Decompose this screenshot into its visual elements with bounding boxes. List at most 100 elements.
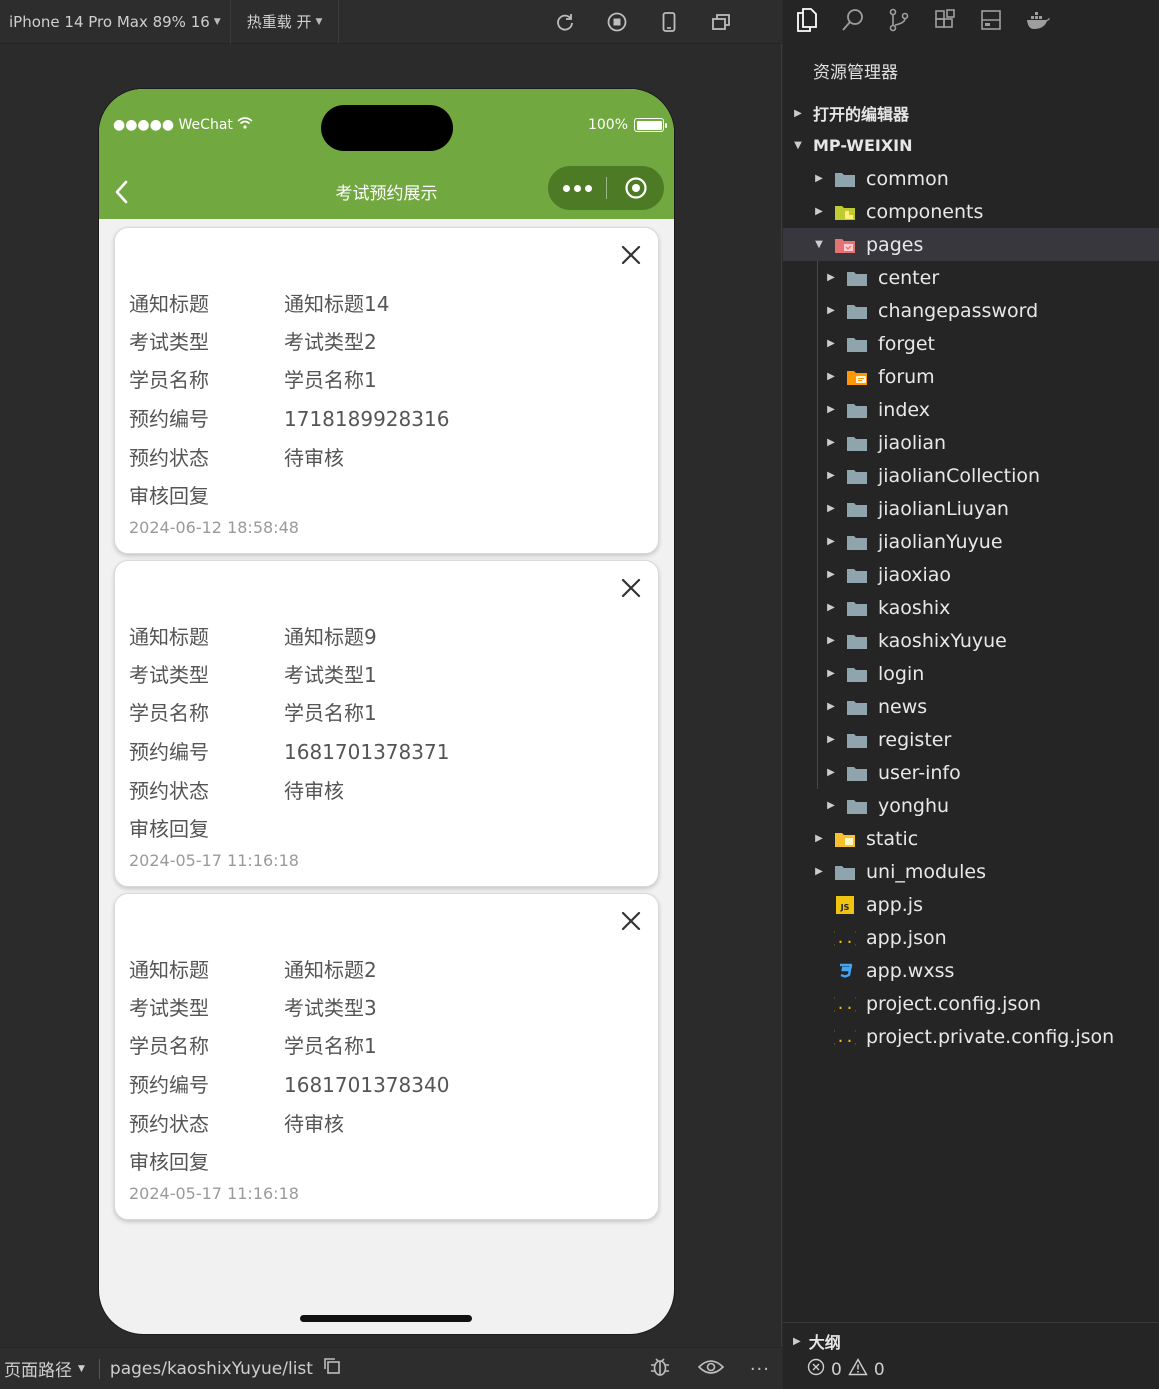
tree-item-uni-modules[interactable]: ▶ uni_modules <box>783 855 1159 888</box>
folder-icon <box>846 764 868 782</box>
components-folder-icon <box>834 203 856 221</box>
hot-reload-select[interactable]: 热重载 开 ▼ <box>231 0 340 44</box>
tree-item-index[interactable]: ▶ index <box>783 393 1159 426</box>
appointment-time: 2024-06-12 18:58:48 <box>129 518 299 537</box>
tree-item-forget[interactable]: ▶ forget <box>783 327 1159 360</box>
tree-item-register[interactable]: ▶ register <box>783 723 1159 756</box>
chevron-right-icon: ▶ <box>827 767 835 778</box>
field-value: 学员名称1 <box>284 368 377 392</box>
source-control-icon[interactable] <box>887 8 911 36</box>
tree-item-jiaolian[interactable]: ▶ jiaolian <box>783 426 1159 459</box>
problems-status[interactable]: 0 0 <box>807 1358 885 1381</box>
chevron-right-icon: ▶ <box>815 833 823 844</box>
tree-item-yonghu[interactable]: ▶ yonghu <box>783 789 1159 822</box>
appointment-card[interactable]: 通知标题 通知标题2 考试类型 考试类型3 学员名称 学员名称1 预约编号 168170137… <box>114 893 659 1220</box>
wifi-icon <box>237 117 253 133</box>
more-icon[interactable]: ··· <box>750 1359 770 1380</box>
tree-item-jiaolianyuyue[interactable]: ▶ jiaolianYuyue <box>783 525 1159 558</box>
tree-item-app-json[interactable]: {..} app.json <box>783 921 1159 954</box>
folder-icon <box>834 863 856 881</box>
tree-item-common[interactable]: ▶ common <box>783 162 1159 195</box>
static-folder-icon <box>834 830 856 848</box>
stop-icon[interactable] <box>606 11 628 33</box>
search-icon[interactable] <box>841 8 865 36</box>
more-menu-button[interactable] <box>548 184 606 192</box>
close-icon[interactable] <box>620 244 642 266</box>
tree-item-jiaoxiao[interactable]: ▶ jiaoxiao <box>783 558 1159 591</box>
chevron-right-icon: ▶ <box>827 734 835 745</box>
open-editors-section[interactable]: ▶ 打开的编辑器 <box>783 97 1159 129</box>
error-icon <box>807 1358 825 1381</box>
appointment-card[interactable]: 通知标题 通知标题9 考试类型 考试类型1 学员名称 学员名称1 预约编号 168170137… <box>114 560 659 887</box>
field-row: 考试类型 考试类型1 <box>129 659 377 688</box>
folder-icon <box>846 269 868 287</box>
tree-item-label: common <box>866 167 949 190</box>
debug-icon[interactable] <box>648 1355 672 1384</box>
field-value: 考试类型1 <box>284 663 377 687</box>
page-path-value: pages/kaoshixYuyue/list <box>109 1358 313 1379</box>
simulator-bottom-bar: 页面路径 ▼ pages/kaoshixYuyue/list ··· <box>0 1347 782 1389</box>
page-path-select[interactable]: 页面路径 ▼ <box>0 1356 85 1381</box>
layout-icon[interactable] <box>979 8 1003 36</box>
tree-item-center[interactable]: ▶ center <box>783 261 1159 294</box>
tree-item-label: project.private.config.json <box>866 1025 1115 1048</box>
chevron-right-icon: ▶ <box>827 404 835 415</box>
tree-item-login[interactable]: ▶ login <box>783 657 1159 690</box>
tree-item-app-wxss[interactable]: app.wxss <box>783 954 1159 987</box>
status-bar-right: 100% <box>588 117 667 133</box>
phone-icon[interactable] <box>658 11 680 33</box>
battery-level <box>636 120 662 130</box>
folder-icon <box>846 599 868 617</box>
tree-item-kaoshixyuyue[interactable]: ▶ kaoshixYuyue <box>783 624 1159 657</box>
field-label: 预约编号 <box>129 407 209 431</box>
chevron-right-icon: ▶ <box>793 1335 801 1347</box>
folder-icon <box>846 698 868 716</box>
extensions-icon[interactable] <box>933 8 957 36</box>
tree-item-app-js[interactable]: JS app.js <box>783 888 1159 921</box>
tree-item-project-config-json[interactable]: {..} project.config.json <box>783 987 1159 1020</box>
files-icon[interactable] <box>795 7 819 37</box>
detach-window-icon[interactable] <box>710 11 732 33</box>
chevron-right-icon: ▶ <box>827 437 835 448</box>
field-row: 预约状态 待审核 <box>129 775 344 804</box>
field-label: 审核回复 <box>129 484 209 508</box>
outline-section[interactable]: ▶ 大纲 <box>793 1329 841 1353</box>
field-value: 通知标题14 <box>284 292 390 316</box>
tree-item-project-private-config-json[interactable]: {..} project.private.config.json <box>783 1020 1159 1053</box>
tree-item-kaoshix[interactable]: ▶ kaoshix <box>783 591 1159 624</box>
close-icon[interactable] <box>620 910 642 932</box>
chevron-right-icon: ▶ <box>827 536 835 547</box>
folder-icon <box>846 500 868 518</box>
field-row: 学员名称 学员名称1 <box>129 364 377 393</box>
json-file-icon: {..} <box>834 929 856 947</box>
copy-icon[interactable] <box>323 1357 341 1380</box>
tree-item-components[interactable]: ▶ components <box>783 195 1159 228</box>
close-miniprogram-button[interactable] <box>607 176 664 200</box>
project-section[interactable]: ▼ MP-WEIXIN <box>783 129 1159 161</box>
refresh-icon[interactable] <box>554 11 576 33</box>
tree-item-user-info[interactable]: ▶ user-info <box>783 756 1159 789</box>
eye-icon[interactable] <box>697 1357 724 1382</box>
appointment-card[interactable]: 通知标题 通知标题14 考试类型 考试类型2 学员名称 学员名称1 预约编号 17181899… <box>114 227 659 554</box>
tree-item-jiaoliancollection[interactable]: ▶ jiaolianCollection <box>783 459 1159 492</box>
tree-item-forum[interactable]: ▶ forum <box>783 360 1159 393</box>
device-select[interactable]: iPhone 14 Pro Max 89% 16 ▼ <box>0 0 231 44</box>
tree-item-jiaolianliuyan[interactable]: ▶ jiaolianLiuyan <box>783 492 1159 525</box>
field-value: 学员名称1 <box>284 1034 377 1058</box>
svg-text:{..}: {..} <box>834 995 856 1013</box>
close-icon[interactable] <box>620 577 642 599</box>
phone-header: ●●●●● WeChat 100% 考试预约展示 <box>99 89 674 219</box>
chevron-right-icon: ▶ <box>827 338 835 349</box>
json-file-icon: {..} <box>834 1028 856 1046</box>
field-row: 考试类型 考试类型3 <box>129 992 377 1021</box>
tree-item-pages[interactable]: ▼ pages <box>783 228 1159 261</box>
tree-item-news[interactable]: ▶ news <box>783 690 1159 723</box>
menu-capsule <box>548 166 664 210</box>
simulator-actions <box>554 0 732 44</box>
docker-icon[interactable] <box>1025 9 1051 35</box>
tree-item-changepassword[interactable]: ▶ changepassword <box>783 294 1159 327</box>
tree-item-static[interactable]: ▶ static <box>783 822 1159 855</box>
chevron-right-icon: ▶ <box>827 272 835 283</box>
field-row: 审核回复 <box>129 480 284 509</box>
warning-count: 0 <box>873 1359 885 1380</box>
